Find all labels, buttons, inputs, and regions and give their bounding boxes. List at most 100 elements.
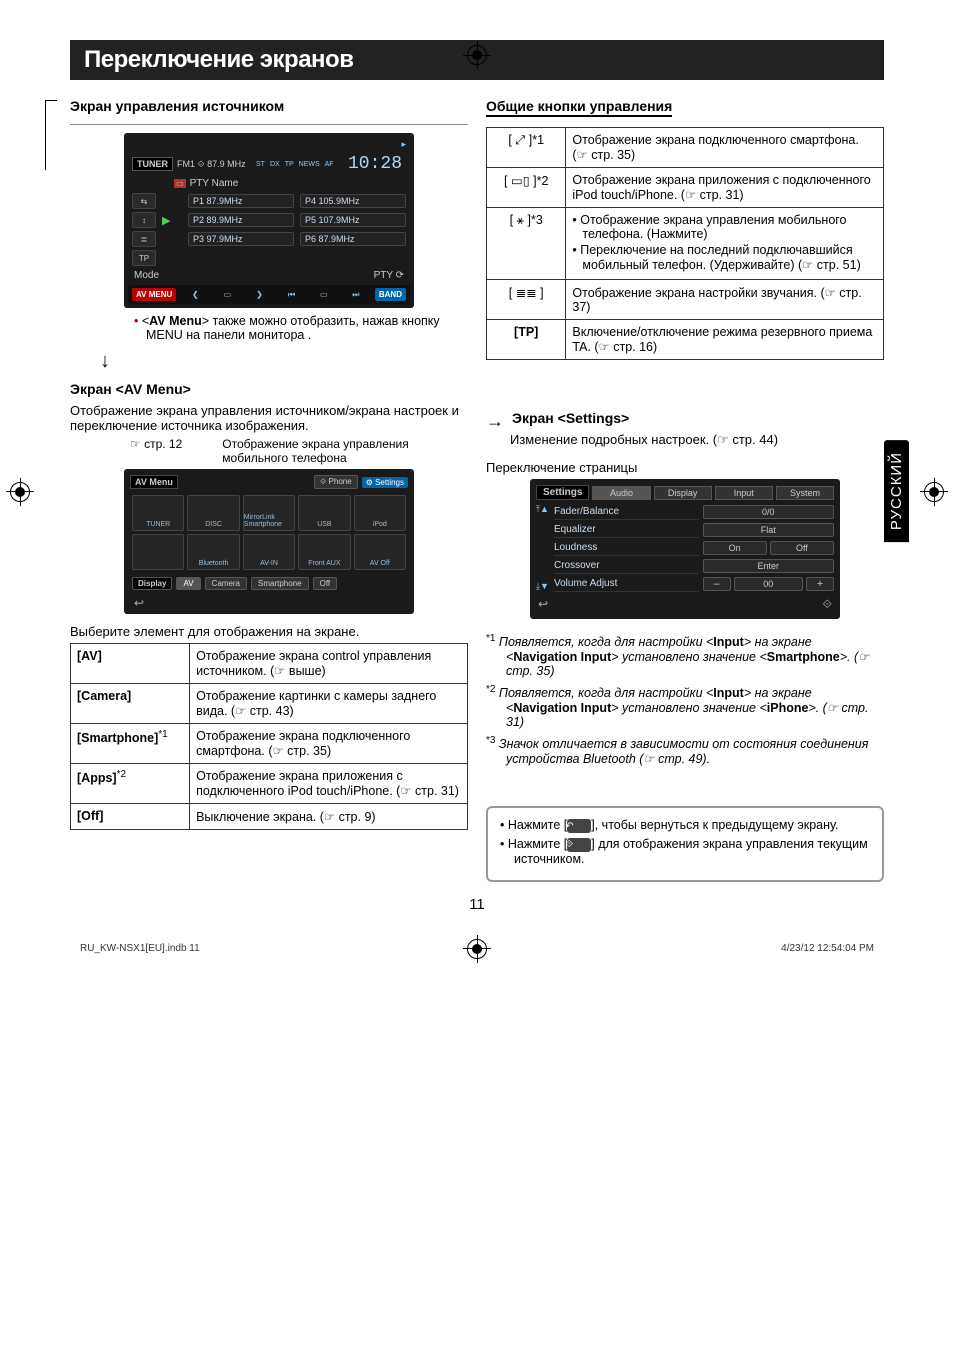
src-avin: AV-IN (243, 534, 295, 570)
table-desc: Отображение картинки с камеры заднего ви… (190, 684, 468, 724)
src-disc: DISC (187, 495, 239, 531)
setting-name: Crossover (554, 558, 699, 574)
rec-icon: ▭ (311, 290, 337, 299)
table-key: [Apps]*2 (71, 764, 190, 804)
preset: P4 105.9MHz (300, 194, 406, 208)
table-desc: Выключение экрана. (☞ стр. 9) (190, 804, 468, 830)
avmenu-grid: TUNER DISC MirrorLink Smartphone USB iPo… (128, 491, 410, 574)
src-mirrorlink: MirrorLink Smartphone (243, 495, 295, 531)
tuner-indicators: ST DX TP NEWS AF (256, 161, 334, 168)
control-icon: [ ⚹ ]*3 (487, 208, 566, 280)
table-key: [Camera] (71, 684, 190, 724)
stop-icon: ▭ (214, 290, 240, 299)
control-icon: [ ≣≣ ] (487, 280, 566, 320)
next-icon: ❯ (246, 290, 272, 299)
mode-label: Mode (134, 270, 159, 281)
pty-btn: PTY ⟳ (374, 270, 404, 281)
setting-name: Fader/Balance (554, 504, 699, 520)
table-desc: Отображение экрана подключенного смартфо… (190, 724, 468, 764)
control-desc: Включение/отключение режима резервного п… (566, 320, 884, 360)
arrow-down-icon: ↓ (100, 350, 468, 373)
settings-pages-label: Переключение страницы (486, 460, 884, 475)
src-tuner: TUNER (132, 495, 184, 531)
table-key: [Off] (71, 804, 190, 830)
crop-mark (45, 100, 57, 170)
src-usb: USB (298, 495, 350, 531)
skip-fwd-icon: ⏭ (343, 290, 369, 300)
control-icon: [ ▭▯ ]*2 (487, 168, 566, 208)
footnotes: *1 Появляется, когда для настройки <Inpu… (486, 633, 884, 766)
src-bluetooth: Bluetooth (187, 534, 239, 570)
heading-settings: Экран <Settings> (512, 410, 629, 426)
tuner-screenshot: ▸ TUNER FM1 ⟐ 87.9 MHz ST DX TP NEWS AF … (124, 133, 414, 308)
info-item: Нажмите [↶], чтобы вернуться к предыдуще… (500, 818, 870, 833)
src-avoff: AV Off (354, 534, 406, 570)
back-icon: ↶ (567, 819, 591, 833)
avmenu-note: • <AV Menu> также можно отобразить, нажа… (70, 314, 468, 342)
tab-smartphone: Smartphone (251, 577, 309, 590)
setting-name: Loudness (554, 540, 699, 556)
avmenu-sub-left: ☞ стр. 12 (130, 437, 182, 465)
control-icon: [ ⤢ ]*1 (487, 128, 566, 168)
footnote: *3 Значок отличается в зависимости от со… (486, 735, 884, 766)
avmenu-table: [AV]Отображение экрана control управлени… (70, 643, 468, 830)
page-number: 11 (70, 896, 884, 913)
avmenu-button: AV MENU (132, 288, 176, 301)
side-btn: ⇆ (132, 193, 156, 209)
footer-left: RU_KW-NSX1[EU].indb 11 (80, 943, 200, 954)
divider (70, 124, 468, 125)
ind-dx: DX (270, 161, 280, 168)
language-tab: РУССКИЙ (884, 440, 909, 542)
ind-st: ST (256, 161, 265, 168)
tab-display: Display (654, 486, 712, 500)
display-button: Display (132, 577, 172, 590)
back-icon: ↩ (134, 596, 410, 610)
table-key: [AV] (71, 644, 190, 684)
preset: P1 87.9MHz (188, 194, 294, 208)
left-column: Экран управления источником ▸ TUNER FM1 … (70, 98, 468, 882)
document-page: РУССКИЙ Переключение экранов Экран управ… (0, 0, 954, 984)
ind-news: NEWS (299, 161, 320, 168)
side-btn: ≣ (132, 231, 156, 247)
phone-button: ⟐ Phone (314, 475, 358, 489)
footer-right: 4/23/12 12:54:04 PM (781, 943, 874, 954)
preset: P6 87.9MHz (300, 232, 406, 246)
avmenu-intro: Отображение экрана управления источником… (70, 403, 468, 433)
footnote: *1 Появляется, когда для настройки <Inpu… (486, 633, 884, 678)
skip-back-icon: ⏮ (279, 290, 305, 300)
footnote: *2 Появляется, когда для настройки <Inpu… (486, 684, 884, 729)
heading-avmenu: Экран <AV Menu> (70, 381, 191, 397)
control-desc: Отображение экрана настройки звучания. (… (566, 280, 884, 320)
ind-af: AF (325, 161, 334, 168)
control-desc: Отображение экрана приложения с подключе… (566, 168, 884, 208)
info-item: Нажмите [⟐] для отображения экрана управ… (500, 837, 870, 866)
settings-intro: Изменение подробных настроек. (☞ стр. 44… (486, 432, 884, 448)
control-desc: Отображение экрана подключенного смартфо… (566, 128, 884, 168)
tab-camera: Camera (205, 577, 247, 590)
band-button: BAND (375, 288, 406, 301)
scroll-indicator: ⤒▲⤓▼ (536, 504, 554, 592)
tab-av: AV (176, 577, 200, 590)
setting-name: Equalizer (554, 522, 699, 538)
registration-mark-top (467, 45, 487, 65)
control-icon: [TP] (487, 320, 566, 360)
preset: P3 97.9MHz (188, 232, 294, 246)
arrow-right-icon: → (486, 411, 504, 432)
settings-button: ⚙ Settings (362, 477, 408, 488)
registration-mark-bottom (467, 939, 487, 959)
source-icon: ⟐ (567, 838, 591, 852)
tuner-clock: 10:28 (348, 154, 406, 174)
avmenu-sub-right: Отображение экрана управления мобильного… (222, 437, 468, 465)
tab-audio: Audio (592, 486, 650, 500)
tab-system: System (776, 486, 834, 500)
registration-mark-left (10, 482, 30, 502)
preset: P2 89.9MHz (188, 213, 294, 227)
tuner-label: TUNER (132, 157, 173, 171)
back-icon: ↩ (538, 597, 548, 612)
heading-source-control: Экран управления источником (70, 98, 284, 114)
avmenu-table-caption: Выберите элемент для отображения на экра… (70, 624, 468, 639)
tuner-presets: ⇆ P1 87.9MHz P4 105.9MHz ↕ ▶ P2 89.9MHz … (128, 191, 410, 268)
src-frontaux: Front AUX (298, 534, 350, 570)
settings-title: Settings (536, 485, 589, 500)
preset: P5 107.9MHz (300, 213, 406, 227)
